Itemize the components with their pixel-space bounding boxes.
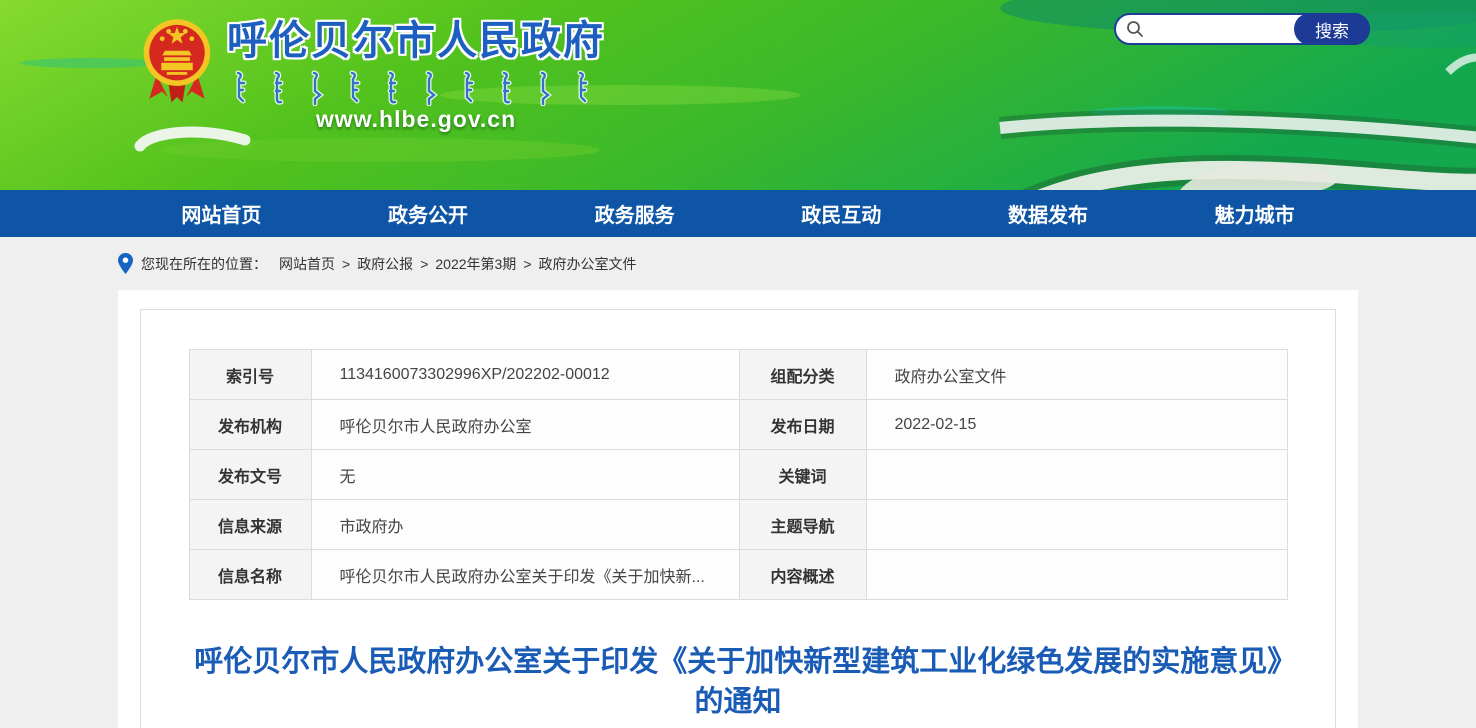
- search-icon: [1126, 20, 1144, 38]
- search-button[interactable]: 搜索: [1294, 13, 1370, 45]
- table-row: 发布机构 呼伦贝尔市人民政府办公室 发布日期 2022-02-15: [189, 400, 1287, 450]
- table-row: 索引号 1134160073302996XP/202202-00012 组配分类…: [189, 350, 1287, 400]
- meta-label-topic-nav: 主题导航: [739, 500, 866, 550]
- meta-value-info-name: 呼伦贝尔市人民政府办公室关于印发《关于加快新...: [311, 550, 739, 600]
- nav-item-interaction[interactable]: 政民互动: [801, 199, 881, 228]
- location-pin-icon: [118, 253, 133, 274]
- meta-label-publish-date: 发布日期: [739, 400, 866, 450]
- breadcrumb-item-issue[interactable]: 2022年第3期: [435, 254, 516, 274]
- breadcrumb-item-gazette[interactable]: 政府公报: [357, 254, 413, 274]
- meta-value-keywords: [866, 450, 1287, 500]
- meta-label-index-number: 索引号: [189, 350, 311, 400]
- meta-label-info-source: 信息来源: [189, 500, 311, 550]
- nav-item-city[interactable]: 魅力城市: [1215, 199, 1295, 228]
- meta-value-doc-number: 无: [311, 450, 739, 500]
- main-nav: 网站首页 政务公开 政务服务 政民互动 数据发布 魅力城市: [0, 190, 1476, 237]
- search-input[interactable]: [1150, 17, 1294, 41]
- nav-item-home[interactable]: 网站首页: [181, 199, 261, 228]
- site-title: 呼伦贝尔市人民政府: [226, 8, 606, 66]
- metadata-table: 索引号 1134160073302996XP/202202-00012 组配分类…: [189, 349, 1288, 600]
- meta-value-issuing-agency: 呼伦贝尔市人民政府办公室: [311, 400, 739, 450]
- breadcrumb-item-home[interactable]: 网站首页: [279, 254, 335, 274]
- meta-label-summary: 内容概述: [739, 550, 866, 600]
- mongolian-script-decoration: [230, 70, 602, 106]
- breadcrumb-prefix: 您现在所在的位置：: [141, 254, 267, 274]
- meta-value-summary: [866, 550, 1287, 600]
- table-row: 信息名称 呼伦贝尔市人民政府办公室关于印发《关于加快新... 内容概述: [189, 550, 1287, 600]
- document-container: 索引号 1134160073302996XP/202202-00012 组配分类…: [140, 309, 1336, 728]
- breadcrumb-separator: >: [342, 256, 350, 272]
- meta-value-index-number: 1134160073302996XP/202202-00012: [311, 350, 739, 400]
- table-row: 信息来源 市政府办 主题导航: [189, 500, 1287, 550]
- meta-label-category: 组配分类: [739, 350, 866, 400]
- meta-value-topic-nav: [866, 500, 1287, 550]
- breadcrumb-separator: >: [420, 256, 428, 272]
- national-emblem: [140, 12, 214, 108]
- breadcrumb-separator: >: [523, 256, 531, 272]
- meta-label-doc-number: 发布文号: [189, 450, 311, 500]
- nav-item-data[interactable]: 数据发布: [1008, 199, 1088, 228]
- breadcrumb-item-category[interactable]: 政府办公室文件: [539, 254, 637, 274]
- meta-value-info-source: 市政府办: [311, 500, 739, 550]
- meta-value-category: 政府办公室文件: [866, 350, 1287, 400]
- meta-label-info-name: 信息名称: [189, 550, 311, 600]
- site-url: www.hlbe.gov.cn: [226, 106, 606, 133]
- meta-label-keywords: 关键词: [739, 450, 866, 500]
- nav-item-gov-info[interactable]: 政务公开: [388, 199, 468, 228]
- nav-item-gov-service[interactable]: 政务服务: [595, 199, 675, 228]
- meta-label-issuing-agency: 发布机构: [189, 400, 311, 450]
- breadcrumb: 您现在所在的位置： 网站首页 > 政府公报 > 2022年第3期 > 政府办公室…: [118, 237, 1358, 290]
- site-header: 呼伦贝尔市人民政府: [0, 0, 1476, 190]
- search-box: 搜索: [1114, 13, 1370, 45]
- table-row: 发布文号 无 关键词: [189, 450, 1287, 500]
- content-panel: 索引号 1134160073302996XP/202202-00012 组配分类…: [118, 290, 1358, 728]
- meta-value-publish-date: 2022-02-15: [866, 400, 1287, 450]
- document-title: 呼伦贝尔市人民政府办公室关于印发《关于加快新型建筑工业化绿色发展的实施意见》的通…: [188, 642, 1288, 722]
